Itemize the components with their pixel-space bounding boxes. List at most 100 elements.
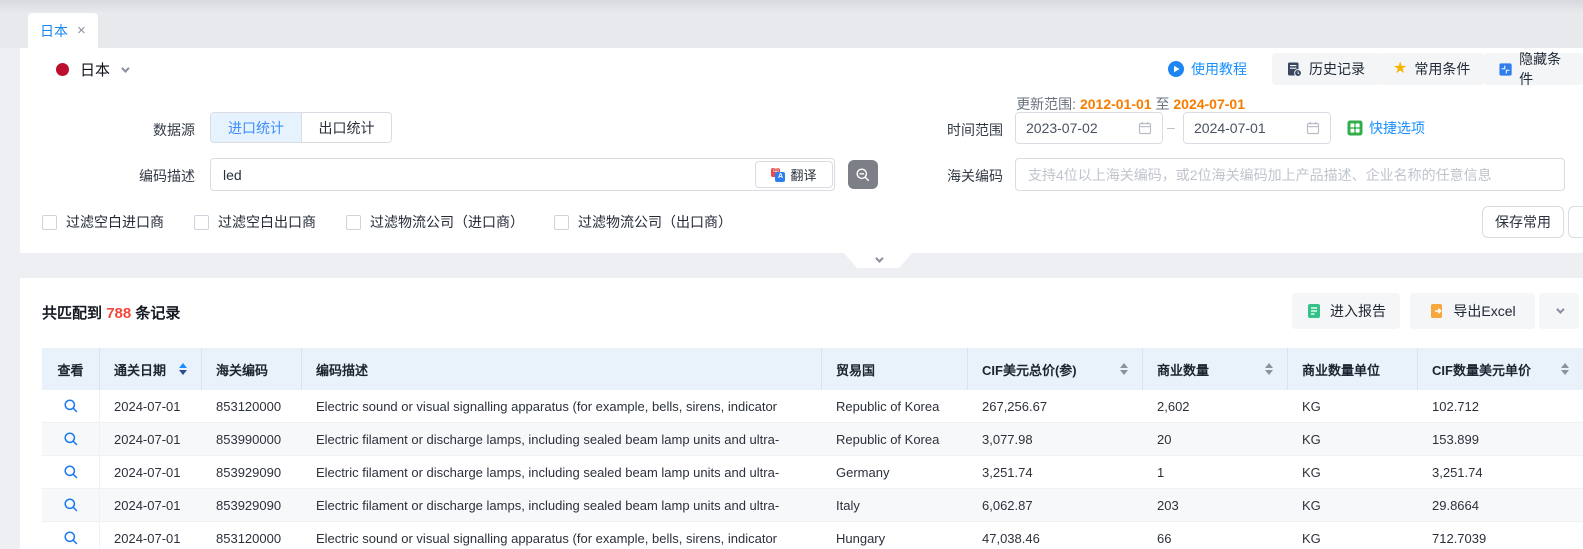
view-detail-button[interactable] — [42, 423, 100, 455]
table-row: 2024-07-01853120000Electric sound or vis… — [42, 390, 1583, 423]
country-selector[interactable]: 日本 — [56, 59, 127, 80]
column-header: 编码描述 — [302, 348, 822, 390]
table-cell: 853929090 — [202, 456, 302, 488]
export-dropdown-button[interactable] — [1539, 293, 1579, 329]
collapse-panel-button[interactable] — [843, 252, 913, 268]
view-magnifier-icon — [63, 398, 79, 414]
column-header-label: 贸易国 — [836, 360, 875, 379]
quick-options-link[interactable]: 快捷选项 — [1347, 118, 1425, 138]
date-from-input[interactable]: 2023-07-02 — [1015, 112, 1163, 144]
column-header[interactable]: 商业数量 — [1143, 348, 1288, 390]
query-panel: 日本 使用教程 历史记录 ★ 常用条件 隐藏条件 更新范围: 2012-01-0… — [20, 48, 1583, 253]
result-count-suffix: 条记录 — [135, 305, 180, 322]
table-cell: Electric sound or visual signalling appa… — [302, 390, 822, 422]
view-magnifier-icon — [63, 431, 79, 447]
column-header-label: 商业数量 — [1157, 360, 1209, 379]
sort-icon[interactable] — [1561, 363, 1569, 375]
table-cell: 712.7039 — [1418, 522, 1583, 549]
japan-flag-icon — [56, 63, 69, 76]
result-count-number: 788 — [106, 305, 131, 322]
calendar-icon — [1138, 121, 1152, 135]
view-detail-button[interactable] — [42, 456, 100, 488]
tutorial-link[interactable]: 使用教程 — [1168, 53, 1247, 85]
chevron-down-icon — [121, 64, 129, 72]
calendar-icon — [1306, 121, 1320, 135]
code-description-input[interactable] — [210, 158, 835, 191]
report-icon — [1306, 303, 1322, 319]
translate-icon-en: A — [775, 172, 785, 182]
date-to-value: 2024-07-01 — [1194, 120, 1266, 136]
export-stats-tab[interactable]: 出口统计 — [301, 113, 391, 142]
checkbox-icon[interactable] — [194, 215, 209, 230]
table-cell: 2024-07-01 — [100, 423, 202, 455]
enter-report-label: 进入报告 — [1330, 301, 1386, 321]
table-cell: Republic of Korea — [822, 390, 968, 422]
filter-checkbox-label: 过滤物流公司（进口商） — [370, 212, 524, 232]
table-cell: 267,256.67 — [968, 390, 1143, 422]
table-body: 2024-07-01853120000Electric sound or vis… — [42, 390, 1583, 549]
date-to-input[interactable]: 2024-07-01 — [1183, 112, 1331, 144]
filter-checkbox-label: 过滤空白进口商 — [66, 212, 164, 232]
filter-checkbox[interactable]: 过滤空白出口商 — [194, 212, 316, 232]
table-cell: 66 — [1143, 522, 1288, 549]
history-button[interactable]: 历史记录 — [1272, 53, 1380, 85]
app-root: 日本 × 日本 使用教程 历史记录 ★ 常用条件 隐藏条件 更新范围: 20 — [0, 0, 1583, 549]
update-range-to-word: 至 — [1155, 96, 1169, 112]
favorites-label: 常用条件 — [1414, 59, 1470, 79]
filter-checkbox[interactable]: 过滤物流公司（出口商） — [554, 212, 732, 232]
tab-close-icon[interactable]: × — [77, 23, 86, 38]
tab-bar: 日本 × — [0, 13, 1583, 48]
checkbox-icon[interactable] — [42, 215, 57, 230]
tab-japan[interactable]: 日本 × — [28, 13, 98, 48]
table-cell: 853990000 — [202, 423, 302, 455]
filter-checkbox-row: 过滤空白进口商 过滤空白出口商 过滤物流公司（进口商） 过滤物流公司（出口商） — [42, 212, 732, 232]
hs-code-input[interactable] — [1015, 158, 1565, 191]
export-excel-button[interactable]: 导出Excel — [1410, 293, 1535, 329]
column-header[interactable]: CIF数量美元单价 — [1418, 348, 1583, 390]
column-header-label: CIF数量美元单价 — [1432, 360, 1531, 379]
filter-checkbox[interactable]: 过滤物流公司（进口商） — [346, 212, 524, 232]
table-cell: 2024-07-01 — [100, 522, 202, 549]
table-cell: 153.899 — [1418, 423, 1583, 455]
save-favorite-button[interactable]: 保存常用 — [1482, 206, 1564, 238]
column-header-label: 商业数量单位 — [1302, 360, 1380, 379]
result-count-prefix: 共匹配到 — [42, 305, 102, 322]
datasource-segmented-control: 进口统计 出口统计 — [210, 112, 392, 143]
zoom-out-icon — [855, 167, 871, 183]
import-stats-tab[interactable]: 进口统计 — [211, 113, 301, 142]
column-header-label: CIF美元总价(参) — [982, 360, 1077, 379]
translate-icon: 中 A — [771, 168, 785, 182]
column-header: 查看 — [42, 348, 100, 390]
table-cell: 853120000 — [202, 390, 302, 422]
table-row: 2024-07-01853929090Electric filament or … — [42, 489, 1583, 522]
table-cell: 1 — [1143, 456, 1288, 488]
enter-report-button[interactable]: 进入报告 — [1292, 293, 1400, 329]
table-cell: KG — [1288, 423, 1418, 455]
view-detail-button[interactable] — [42, 489, 100, 521]
table-cell: 47,038.46 — [968, 522, 1143, 549]
checkbox-icon[interactable] — [554, 215, 569, 230]
checkbox-icon[interactable] — [346, 215, 361, 230]
view-detail-button[interactable] — [42, 390, 100, 422]
table-cell: Germany — [822, 456, 968, 488]
table-cell: KG — [1288, 456, 1418, 488]
export-excel-label: 导出Excel — [1453, 301, 1515, 321]
zoom-out-search-button[interactable] — [848, 160, 878, 189]
sort-icon[interactable] — [1265, 363, 1273, 375]
column-header[interactable]: 通关日期 — [100, 348, 202, 390]
filter-checkbox[interactable]: 过滤空白进口商 — [42, 212, 164, 232]
update-range-to: 2024-07-01 — [1173, 96, 1245, 112]
date-range-dash: – — [1167, 119, 1175, 135]
view-detail-button[interactable] — [42, 522, 100, 549]
table-cell: 3,077.98 — [968, 423, 1143, 455]
column-header[interactable]: CIF美元总价(参) — [968, 348, 1143, 390]
translate-button[interactable]: 中 A 翻译 — [755, 161, 833, 188]
sort-icon[interactable] — [179, 363, 187, 375]
export-excel-icon — [1429, 303, 1445, 319]
hide-conditions-button[interactable]: 隐藏条件 — [1484, 53, 1583, 85]
favorites-button[interactable]: ★ 常用条件 — [1378, 53, 1485, 85]
sort-icon[interactable] — [1120, 363, 1128, 375]
clipped-edge-button[interactable] — [1568, 206, 1583, 238]
column-header-label: 编码描述 — [316, 360, 368, 379]
table-cell: 3,251.74 — [1418, 456, 1583, 488]
